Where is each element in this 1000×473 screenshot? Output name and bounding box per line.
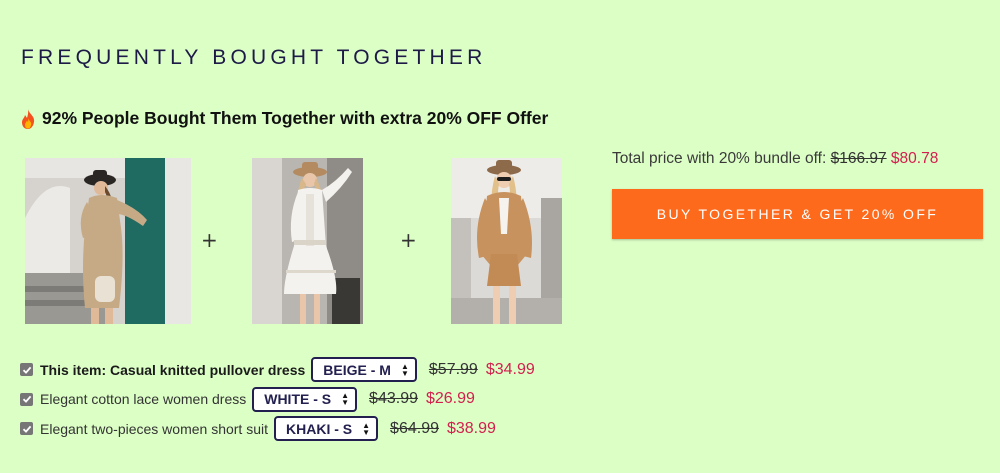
bundle-total: Total price with 20% bundle off: $166.97… (612, 150, 938, 168)
item-new-price: $26.99 (425, 390, 475, 408)
product-images-row: + + (25, 158, 585, 324)
item-checkbox[interactable] (20, 422, 33, 436)
fire-icon (20, 108, 36, 129)
item-old-price: $64.99 (390, 419, 439, 437)
variant-select-value: BEIGE - M (323, 361, 391, 378)
plus-icon: + (400, 228, 417, 252)
item-old-price: $57.99 (428, 360, 478, 378)
product-image-knitted-dress[interactable] (25, 158, 191, 324)
item-new-price: $34.99 (485, 360, 535, 378)
product-image-lace-dress[interactable] (252, 158, 363, 324)
item-checkbox[interactable] (20, 392, 33, 406)
select-arrows-icon: ▲ ▼ (362, 420, 371, 437)
item-name: Elegant two-pieces women short suit (40, 420, 268, 437)
select-arrows-icon: ▲ ▼ (341, 391, 350, 408)
item-old-price: $43.99 (369, 390, 418, 408)
offer-text: 92% People Bought Them Together with ext… (42, 108, 549, 128)
list-item: Elegant two-pieces women short suit KHAK… (20, 414, 535, 444)
section-title: FREQUENTLY BOUGHT TOGETHER (21, 46, 487, 69)
item-checkbox[interactable] (20, 363, 33, 377)
bundle-items-list: This item: Casual knitted pullover dress… (20, 355, 535, 444)
buy-together-button[interactable]: BUY TOGETHER & GET 20% OFF (612, 189, 983, 239)
total-label: Total price with 20% bundle off: (612, 150, 827, 167)
item-name: This item: Casual knitted pullover dress (40, 361, 306, 378)
list-item: Elegant cotton lace women dress WHITE - … (20, 385, 535, 415)
total-new-price: $80.78 (890, 150, 939, 167)
variant-select[interactable]: KHAKI - S ▲ ▼ (274, 416, 379, 442)
plus-icon: + (201, 228, 218, 252)
checkmark-icon (22, 425, 31, 433)
checkmark-icon (22, 396, 31, 404)
item-new-price: $38.99 (446, 419, 496, 437)
list-item: This item: Casual knitted pullover dress… (20, 355, 535, 385)
variant-select[interactable]: BEIGE - M ▲ ▼ (311, 357, 417, 383)
variant-select[interactable]: WHITE - S ▲ ▼ (252, 386, 358, 412)
product-image-short-suit[interactable] (451, 158, 562, 324)
offer-banner: 92% People Bought Them Together with ext… (20, 108, 548, 129)
select-arrows-icon: ▲ ▼ (400, 361, 409, 378)
variant-select-value: KHAKI - S (286, 420, 353, 437)
checkmark-icon (22, 366, 31, 374)
total-old-price: $166.97 (830, 150, 887, 167)
variant-select-value: WHITE - S (264, 391, 332, 408)
item-name: Elegant cotton lace women dress (40, 391, 247, 408)
